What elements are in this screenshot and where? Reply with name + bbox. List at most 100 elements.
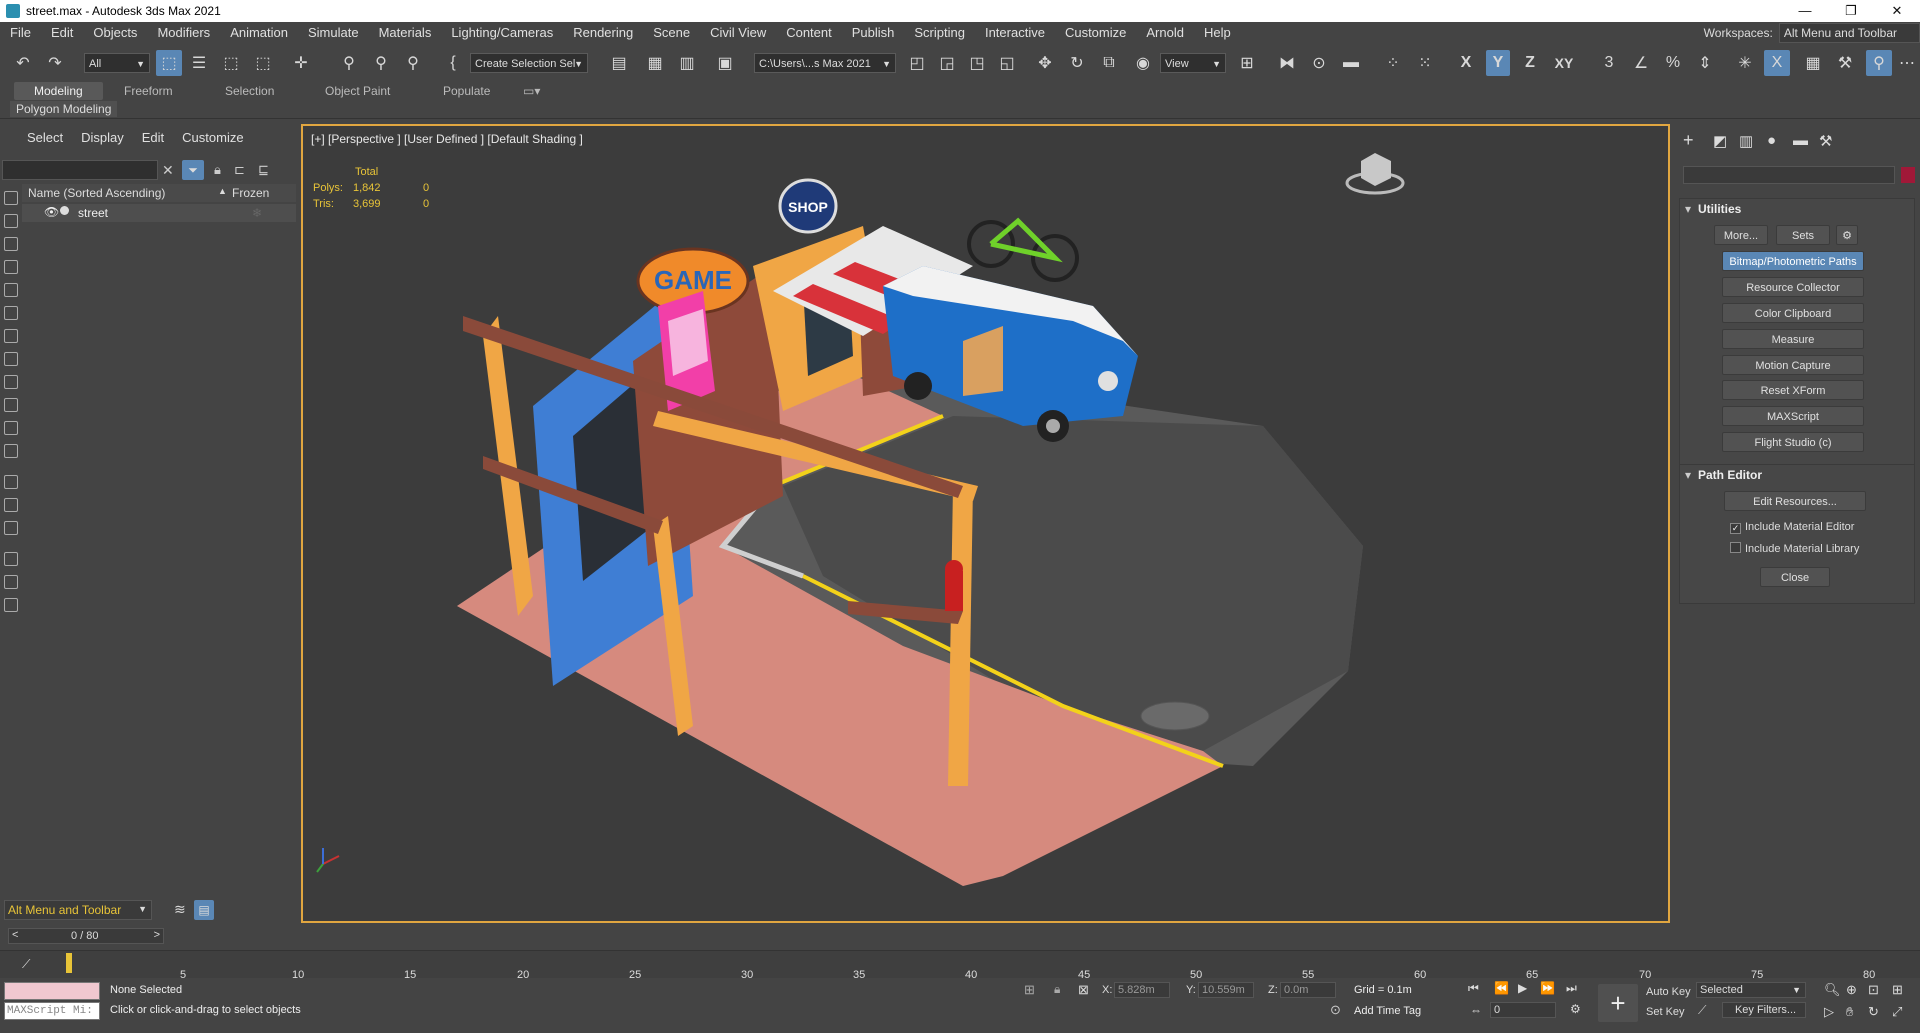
unlink-icon[interactable]: ⚲ bbox=[368, 50, 394, 76]
filter-icon[interactable]: ⏷ bbox=[182, 160, 204, 180]
selection-lock-icon[interactable]: 🔒︎ bbox=[1054, 982, 1060, 997]
menu-edit[interactable]: Edit bbox=[41, 22, 83, 44]
zoom-extents-all-icon[interactable]: ⊞ bbox=[1892, 982, 1903, 998]
layer-explorer-icon[interactable]: ▤ bbox=[606, 50, 632, 76]
configure-sets-icon[interactable]: ⚙ bbox=[1836, 225, 1858, 245]
select-by-name-icon[interactable]: ☰ bbox=[186, 50, 212, 76]
field-of-view-icon[interactable]: ▷ bbox=[1824, 1004, 1834, 1020]
utility-motion-capture[interactable]: Motion Capture bbox=[1722, 355, 1864, 375]
isolate-selection-icon[interactable]: ⊞ bbox=[1024, 982, 1035, 998]
object-color-swatch[interactable] bbox=[1901, 167, 1915, 183]
render-iterative-icon[interactable]: ◱ bbox=[994, 50, 1020, 76]
axis-xy-button[interactable]: XY bbox=[1550, 50, 1578, 76]
redo-icon[interactable]: ↷ bbox=[42, 50, 68, 76]
project-path-dropdown[interactable]: C:\Users\...s Max 2021 ▼ bbox=[754, 53, 896, 73]
axis-z-button[interactable]: Z bbox=[1518, 50, 1542, 76]
default-in-out-tangents-icon[interactable]: ⟋ bbox=[1698, 1003, 1706, 1018]
create-panel-icon[interactable]: + bbox=[1683, 130, 1694, 151]
ribbon-subtab-polygon-modeling[interactable]: Polygon Modeling bbox=[10, 101, 118, 117]
menu-content[interactable]: Content bbox=[776, 22, 842, 44]
clear-search-icon[interactable]: ✕ bbox=[162, 162, 174, 179]
toolbar-overflow-icon[interactable]: ⋯ bbox=[1896, 50, 1918, 76]
display-panel-icon[interactable]: ▬ bbox=[1793, 132, 1808, 149]
spinner-snap-icon[interactable]: ⇕ bbox=[1692, 50, 1718, 76]
next-frame-icon[interactable]: > bbox=[154, 929, 160, 941]
time-slider-track[interactable]: < 0 / 80 > bbox=[8, 928, 164, 944]
freeze-toggle-icon[interactable]: ❄ bbox=[252, 206, 262, 220]
layer-stack-icon[interactable]: ≋ bbox=[174, 901, 186, 918]
select-and-rotate-icon[interactable]: ↻ bbox=[1064, 50, 1090, 76]
pan-view-icon[interactable]: ✋︎ bbox=[1846, 1004, 1853, 1020]
tools-icon[interactable]: ⚒ bbox=[1832, 50, 1858, 76]
set-key-big-button[interactable]: + bbox=[1598, 984, 1638, 1022]
utility-resource-collector[interactable]: Resource Collector bbox=[1722, 277, 1864, 297]
select-and-move-tool-icon[interactable]: ✥ bbox=[1032, 50, 1058, 76]
timeline[interactable]: ⟋ 5 10 15 20 25 30 35 40 45 50 55 60 65 70 75 80 bbox=[0, 950, 1920, 981]
folder-icon[interactable] bbox=[4, 598, 18, 612]
menu-animation[interactable]: Animation bbox=[220, 22, 298, 44]
create-icon[interactable] bbox=[4, 191, 18, 205]
current-frame-field[interactable]: 0 bbox=[1490, 1002, 1556, 1018]
add-time-tag[interactable]: Add Time Tag bbox=[1354, 1005, 1421, 1017]
shapes-icon[interactable] bbox=[4, 214, 18, 228]
window-crossing-icon[interactable]: ⬚ bbox=[250, 50, 276, 76]
edit-resources-button[interactable]: Edit Resources... bbox=[1724, 491, 1866, 511]
close-button[interactable]: ✕ bbox=[1874, 0, 1920, 22]
menu-interactive[interactable]: Interactive bbox=[975, 22, 1055, 44]
menu-modifiers[interactable]: Modifiers bbox=[147, 22, 220, 44]
select-and-scale-icon[interactable]: ⧉ bbox=[1096, 50, 1122, 76]
curve-editor-icon[interactable]: ▦ bbox=[642, 50, 668, 76]
y-coordinate-field[interactable]: 10.559m bbox=[1198, 982, 1254, 998]
particles-icon[interactable] bbox=[4, 421, 18, 435]
modify-panel-icon[interactable]: ◩ bbox=[1713, 132, 1727, 150]
lights-icon[interactable] bbox=[4, 237, 18, 251]
helpers-icon[interactable] bbox=[4, 283, 18, 297]
schematic-view-icon[interactable]: ▥ bbox=[674, 50, 700, 76]
maxscript-listener-pink[interactable] bbox=[4, 982, 100, 1000]
link-icon[interactable]: ⚲ bbox=[336, 50, 362, 76]
time-configuration-icon[interactable]: ⚙ bbox=[1570, 1002, 1581, 1016]
view-cube[interactable] bbox=[1345, 153, 1405, 195]
groups-icon[interactable] bbox=[4, 329, 18, 343]
funnel-icon[interactable] bbox=[4, 575, 18, 589]
motion-panel-icon[interactable]: ● bbox=[1767, 132, 1776, 149]
explorer-mode-icon[interactable]: ▤ bbox=[194, 900, 214, 920]
ribbon-tab-modeling[interactable]: Modeling bbox=[14, 82, 103, 100]
render-setup-icon[interactable]: ◰ bbox=[904, 50, 930, 76]
named-selection-set-dropdown[interactable]: Create Selection Sel ▼ bbox=[470, 53, 588, 73]
utilities-panel-icon[interactable]: ⚒ bbox=[1819, 132, 1832, 150]
zoom-all-icon[interactable]: ⊕ bbox=[1846, 982, 1857, 998]
toggle-ribbon-icon[interactable]: ▬ bbox=[1338, 50, 1364, 76]
include-material-library-checkbox[interactable]: Include Material Library bbox=[1730, 542, 1859, 555]
key-selection-dropdown[interactable]: Selected ▼ bbox=[1696, 982, 1806, 998]
previous-frame-icon[interactable]: ⏪ bbox=[1494, 981, 1509, 995]
snap-points-icon[interactable]: ⁙ bbox=[1412, 50, 1438, 76]
go-to-end-icon[interactable]: ⏭ bbox=[1566, 981, 1577, 996]
ribbon-tab-populate[interactable]: Populate bbox=[443, 82, 490, 100]
manipulate-icon[interactable]: ✳ bbox=[1732, 50, 1758, 76]
z-coordinate-field[interactable]: 0.0m bbox=[1280, 982, 1336, 998]
menu-customize[interactable]: Customize bbox=[1055, 22, 1136, 44]
ribbon-options-icon[interactable]: ▭▾ bbox=[523, 82, 540, 100]
menu-objects[interactable]: Objects bbox=[83, 22, 147, 44]
path-editor-rollout-title[interactable]: Path Editor bbox=[1680, 465, 1914, 485]
more-button[interactable]: More... bbox=[1714, 225, 1768, 245]
sets-button[interactable]: Sets bbox=[1776, 225, 1830, 245]
filter-icon[interactable] bbox=[4, 552, 18, 566]
xform-icon[interactable]: X bbox=[1764, 50, 1790, 76]
menu-lighting-cameras[interactable]: Lighting/Cameras bbox=[441, 22, 563, 44]
percent-snap-icon[interactable]: % bbox=[1660, 50, 1686, 76]
angle-snap-icon[interactable]: ∠ bbox=[1628, 50, 1654, 76]
play-icon[interactable]: ▶ bbox=[1518, 981, 1527, 995]
zoom-icon[interactable]: 🔍︎ bbox=[1824, 982, 1841, 998]
absolute-mode-icon[interactable]: ⊠ bbox=[1078, 982, 1089, 998]
select-and-move-icon[interactable]: ✛ bbox=[288, 50, 314, 76]
select-and-place-icon[interactable]: ◉ bbox=[1130, 50, 1156, 76]
snaps-toggle-icon[interactable]: 3 bbox=[1596, 50, 1622, 76]
reference-coordinate-dropdown[interactable]: View ▼ bbox=[1160, 53, 1226, 73]
curve-editor-toggle-icon[interactable]: ⟋ bbox=[22, 957, 30, 972]
ribbon-tab-selection[interactable]: Selection bbox=[225, 82, 274, 100]
eye-icon[interactable]: 👁︎ bbox=[44, 205, 59, 219]
layers-icon[interactable] bbox=[4, 475, 18, 489]
time-cursor[interactable] bbox=[66, 953, 72, 973]
